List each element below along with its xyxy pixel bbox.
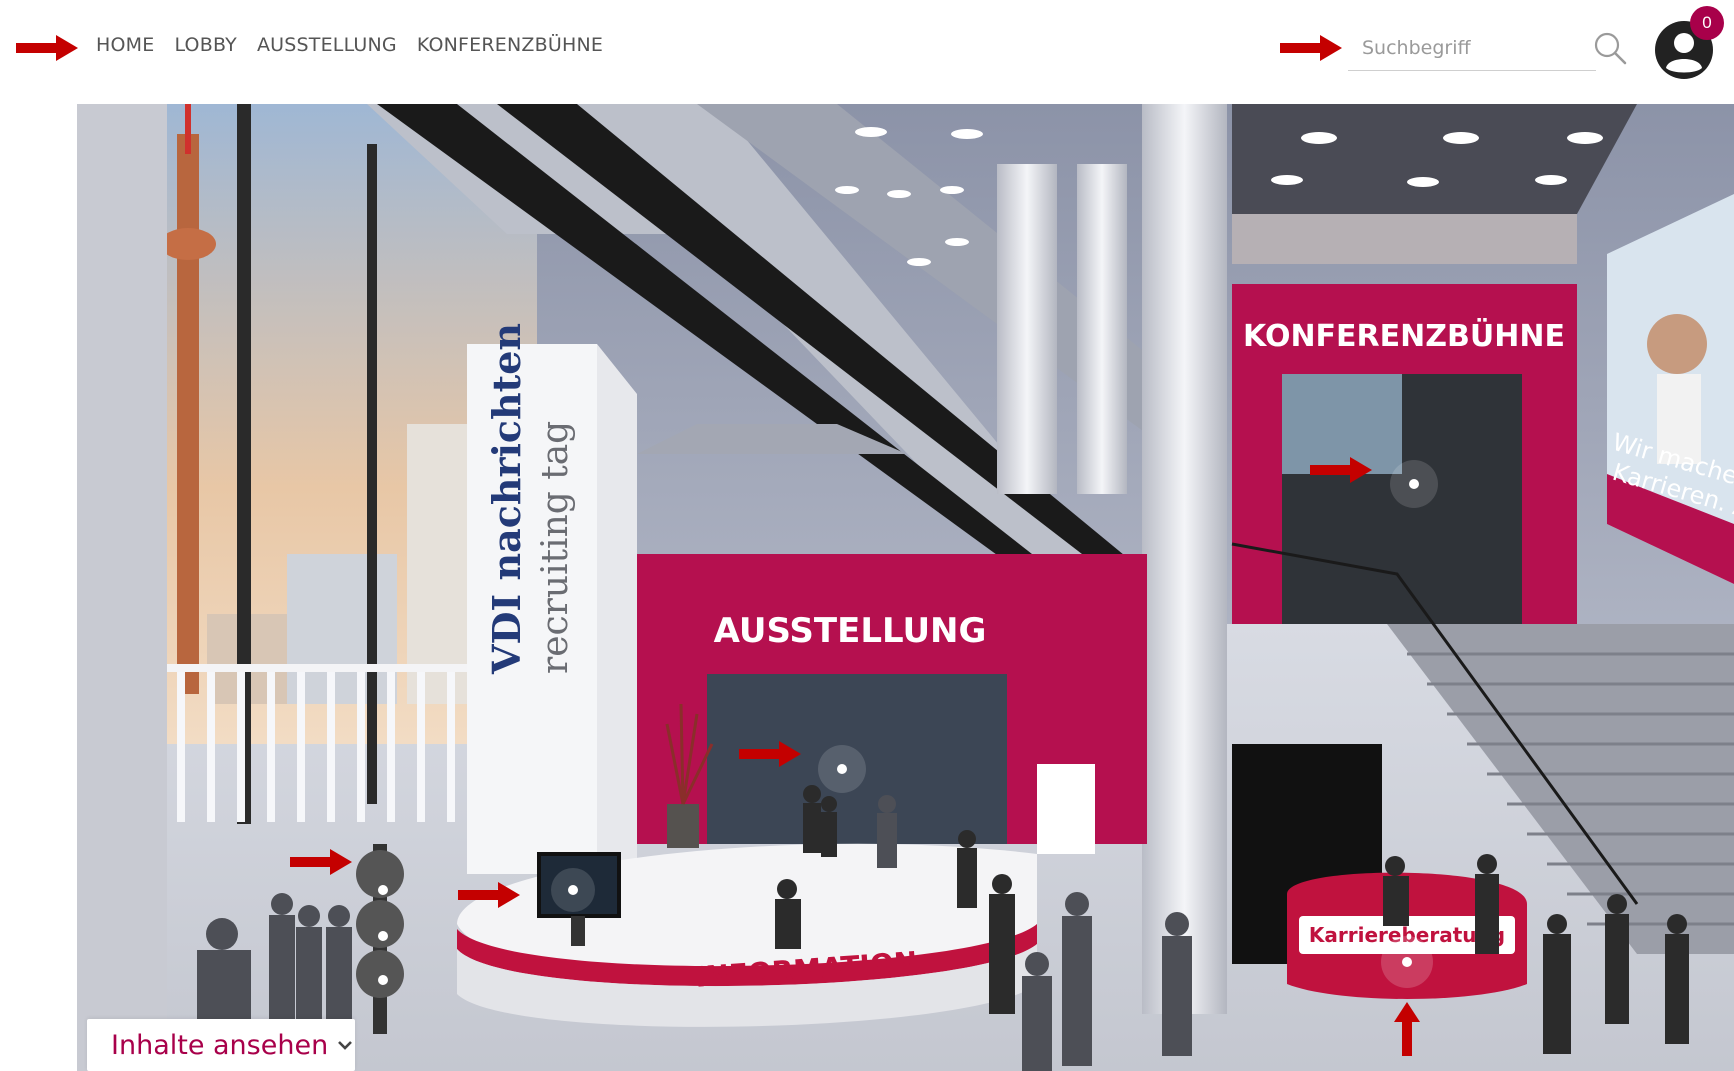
hotspot-information-monitor[interactable]	[551, 868, 595, 912]
hotspot-konferenzbuehne[interactable]	[1390, 460, 1438, 508]
virtual-lobby-scene: KONFERENZBÜHNE Wir machen Inge Karrieren…	[77, 104, 1734, 1071]
view-contents-button[interactable]: Inhalte ansehen	[87, 1019, 355, 1071]
view-contents-label: Inhalte ansehen	[111, 1029, 329, 1061]
search-icon[interactable]	[1592, 30, 1628, 66]
konferenzbuehne-sign: KONFERENZBÜHNE	[1243, 317, 1565, 354]
search-field	[1348, 28, 1606, 71]
hotspot-ausstellung[interactable]	[818, 745, 866, 793]
arrow-right-icon	[1280, 35, 1342, 61]
search-input[interactable]	[1348, 28, 1606, 68]
lobby-illustration: KONFERENZBÜHNE Wir machen Inge Karrieren…	[77, 104, 1734, 1071]
notification-badge: 0	[1690, 6, 1724, 40]
vdi-sub-text: recruiting tag	[535, 421, 576, 674]
nav-lobby[interactable]: LOBBY	[174, 34, 237, 56]
nav-konferenzbuehne[interactable]: KONFERENZBÜHNE	[417, 34, 603, 56]
vdi-brand-text: VDI nachrichten	[484, 323, 529, 675]
nav-home[interactable]: HOME	[96, 34, 154, 56]
chevron-down-icon	[338, 1041, 353, 1050]
ausstellung-sign: AUSSTELLUNG	[714, 611, 987, 651]
nav-ausstellung[interactable]: AUSSTELLUNG	[257, 34, 397, 56]
arrow-right-icon	[16, 35, 78, 61]
hotspot-karriereberatung[interactable]	[1381, 936, 1433, 988]
center-pillar	[1142, 104, 1227, 1014]
main-nav: HOME LOBBY AUSSTELLUNG KONFERENZBÜHNE	[96, 34, 603, 56]
top-navigation-bar: HOME LOBBY AUSSTELLUNG KONFERENZBÜHNE 0	[0, 0, 1734, 100]
